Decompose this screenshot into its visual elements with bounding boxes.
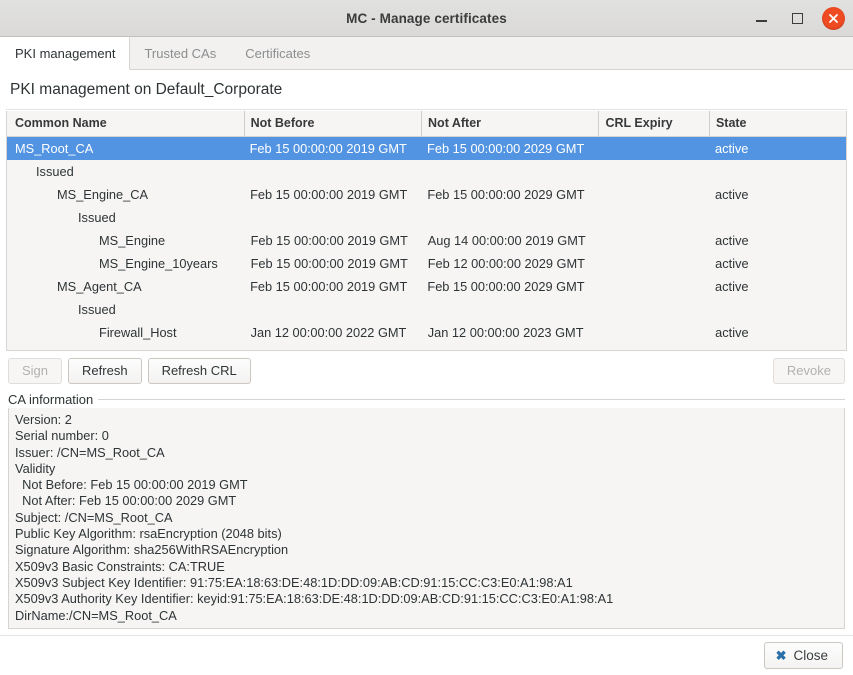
column-header-state[interactable]: State: [708, 111, 846, 136]
table-row[interactable]: MS_Engine Feb 15 00:00:00 2019 GMT Aug 14 …: [7, 229, 846, 252]
table-row[interactable]: MS_Engine_10years Feb 15 00:00:00 2019 GM…: [7, 252, 846, 275]
table-row[interactable]: Issued: [7, 206, 846, 229]
cell-state: active: [715, 187, 749, 202]
cell-na: Aug 14 00:00:00 2019 GMT: [427, 233, 586, 248]
column-header-not-before[interactable]: Not Before: [243, 111, 421, 136]
cell-state: active: [715, 325, 749, 340]
cell-state: [709, 160, 846, 183]
ca-information-text[interactable]: Version: 2 Serial number: 0 Issuer: /CN=…: [8, 408, 845, 629]
tab-pki-management[interactable]: PKI management: [0, 37, 131, 70]
cell-state: active: [715, 256, 749, 271]
column-header-crl-expiry[interactable]: CRL Expiry: [598, 111, 708, 136]
refresh-button[interactable]: Refresh: [68, 358, 142, 384]
cell-name: MS_Root_CA: [15, 141, 94, 156]
cell-crl: [599, 206, 709, 229]
cell-nb: [244, 298, 421, 321]
cell-nb: [244, 160, 421, 183]
table-row[interactable]: MS_Agent_CA Feb 15 00:00:00 2019 GMT Feb 1…: [7, 275, 846, 298]
table-row[interactable]: Firewall_Host Jan 12 00:00:00 2022 GMT Jan…: [7, 321, 846, 344]
column-header-common-name[interactable]: Common Name: [7, 111, 244, 136]
tree-body: MS_Root_CA Feb 15 00:00:00 2019 GMT Feb 15…: [7, 137, 846, 350]
revoke-button[interactable]: Revoke: [772, 358, 845, 384]
ca-information-group: CA information Version: 2 Serial number:…: [8, 391, 845, 629]
title-bar: MC - Manage certificates: [0, 0, 853, 37]
cell-nb: [244, 206, 421, 229]
cell-nb: Feb 15 00:00:00 2019 GMT: [249, 141, 407, 156]
cell-nb: Feb 15 00:00:00 2019 GMT: [250, 279, 408, 294]
cell-name: Issued: [78, 210, 116, 225]
cell-crl: [599, 252, 709, 275]
tab-label: Certificates: [245, 45, 311, 61]
maximize-button[interactable]: [786, 7, 808, 29]
tab-bar: PKI management Trusted CAs Certificates: [0, 37, 853, 70]
cell-na: [422, 298, 599, 321]
cell-crl: [599, 183, 709, 206]
cell-state: [709, 206, 846, 229]
close-icon: [829, 13, 838, 23]
cell-na: [421, 160, 598, 183]
page-title: PKI management on Default_Corporate: [6, 70, 847, 110]
refresh-crl-button[interactable]: Refresh CRL: [147, 358, 251, 384]
tab-trusted-cas[interactable]: Trusted CAs: [130, 37, 231, 69]
cell-name: MS_Engine_10years: [99, 256, 218, 271]
table-row[interactable]: MS_Root_CA Feb 15 00:00:00 2019 GMT Feb 15…: [7, 137, 846, 160]
cell-state: active: [714, 141, 749, 156]
cell-na: Feb 12 00:00:00 2029 GMT: [427, 256, 585, 271]
ca-information-label: CA information: [8, 392, 94, 407]
cell-state: [709, 298, 846, 321]
window-title: MC - Manage certificates: [346, 10, 507, 26]
cell-na: [422, 206, 599, 229]
cell-crl: [599, 298, 709, 321]
table-row[interactable]: MS_Engine_CA Feb 15 00:00:00 2019 GMT Feb …: [7, 183, 846, 206]
cell-crl: [599, 321, 709, 344]
close-button-label: Close: [793, 648, 828, 663]
close-button[interactable]: ✖ Close: [763, 642, 843, 669]
ca-information-legend: CA information: [8, 391, 845, 408]
tab-certificates[interactable]: Certificates: [231, 37, 325, 69]
cell-state: active: [715, 279, 749, 294]
cell-na: Feb 15 00:00:00 2029 GMT: [427, 141, 585, 156]
cell-na: Feb 15 00:00:00 2029 GMT: [427, 187, 585, 202]
cell-name: MS_Engine_CA: [57, 187, 149, 202]
cell-name: MS_Agent_CA: [57, 279, 142, 294]
cell-nb: Feb 15 00:00:00 2019 GMT: [250, 256, 408, 271]
cell-nb: Feb 15 00:00:00 2019 GMT: [250, 187, 408, 202]
cell-crl: [599, 275, 709, 298]
close-window-button[interactable]: [822, 6, 845, 30]
legend-divider: [98, 399, 845, 400]
cell-name: Issued: [78, 302, 116, 317]
tree-header-row: Common Name Not Before Not After CRL Exp…: [7, 111, 846, 137]
cell-crl: [599, 137, 709, 160]
tab-label: Trusted CAs: [144, 45, 217, 61]
cell-name: Firewall_Host: [99, 325, 177, 340]
manage-certificates-window: MC - Manage certificates PKI management …: [0, 0, 853, 675]
cell-name: MS_Engine: [99, 233, 166, 248]
window-controls: [750, 0, 845, 36]
table-row[interactable]: Issued: [7, 160, 846, 183]
cell-state: active: [715, 233, 749, 248]
dialog-footer: ✖ Close: [0, 635, 853, 675]
maximize-icon: [791, 12, 803, 24]
column-header-not-after[interactable]: Not After: [421, 111, 598, 136]
minimize-icon: [755, 20, 767, 22]
tab-label: PKI management: [15, 46, 116, 61]
main-content: PKI management on Default_Corporate Comm…: [0, 70, 853, 635]
close-x-icon: ✖: [775, 648, 787, 663]
certificate-tree[interactable]: Common Name Not Before Not After CRL Exp…: [6, 111, 847, 351]
cell-nb: Feb 15 00:00:00 2019 GMT: [250, 233, 408, 248]
minimize-button[interactable]: [750, 7, 772, 29]
cell-na: Jan 12 00:00:00 2023 GMT: [427, 325, 584, 340]
sign-button[interactable]: Sign: [8, 358, 63, 384]
cell-na: Feb 15 00:00:00 2029 GMT: [427, 279, 585, 294]
table-row[interactable]: Issued: [7, 298, 846, 321]
cell-crl: [599, 160, 709, 183]
cell-crl: [599, 229, 709, 252]
cell-name: Issued: [36, 164, 74, 179]
action-button-bar: Sign Refresh Refresh CRL Revoke: [6, 351, 847, 391]
cell-nb: Jan 12 00:00:00 2022 GMT: [250, 325, 407, 340]
